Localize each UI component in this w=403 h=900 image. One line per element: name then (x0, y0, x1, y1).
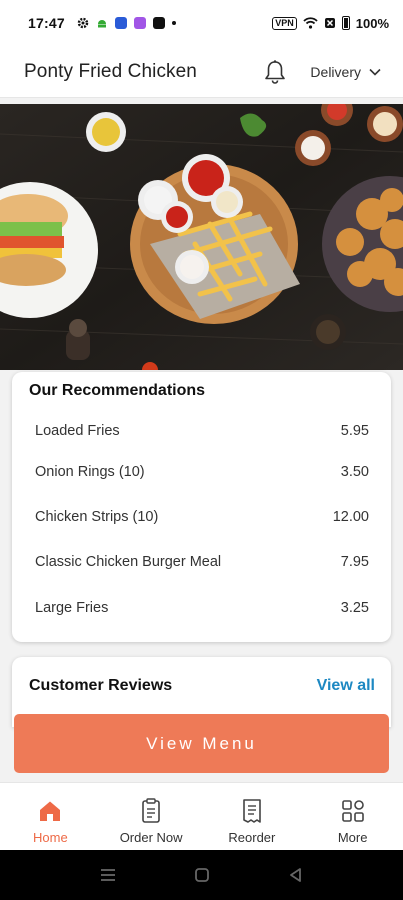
item-name: Loaded Fries (35, 422, 120, 439)
app-notification-icon (133, 17, 146, 29)
battery-level: 100% (355, 15, 389, 31)
customer-reviews-title: Customer Reviews (29, 677, 173, 694)
order-mode-label: Delivery (310, 63, 361, 80)
item-name: Classic Chicken Burger Meal (35, 554, 222, 571)
recommendations-card: Our Recommendations Loaded Fries 5.95 On… (12, 372, 391, 642)
item-price: 7.95 (340, 554, 369, 571)
system-navigation-bar (0, 850, 403, 900)
notification-icons (77, 17, 176, 29)
app-title: Ponty Fried Chicken (24, 60, 197, 82)
item-name: Chicken Strips (10) (35, 508, 159, 525)
nav-home-label: Home (33, 830, 68, 845)
nav-reorder[interactable]: Reorder (202, 783, 303, 850)
nav-order-now[interactable]: Order Now (101, 783, 202, 850)
nav-more[interactable]: More (302, 783, 403, 850)
notifications-bell-icon[interactable] (262, 59, 288, 85)
recommendation-item[interactable]: Loaded Fries 5.95 (35, 412, 369, 449)
item-name: Large Fries (35, 599, 109, 616)
recommendation-item[interactable]: Classic Chicken Burger Meal 7.95 (35, 540, 369, 585)
view-menu-button[interactable]: View Menu (14, 714, 389, 773)
wifi-icon (303, 17, 318, 29)
back-icon[interactable] (288, 867, 304, 883)
nav-order-now-label: Order Now (119, 830, 183, 845)
home-button-icon[interactable] (194, 867, 210, 883)
nav-more-label: More (337, 830, 368, 845)
recommendation-item[interactable]: Onion Rings (10) 3.50 (35, 449, 369, 494)
item-price: 12.00 (332, 508, 369, 525)
recommendations-title: Our Recommendations (29, 382, 206, 399)
more-notifications-dot-icon (171, 21, 176, 25)
view-all-reviews-link[interactable]: View all (317, 677, 375, 695)
android-icon (97, 20, 106, 28)
settings-icon (77, 17, 89, 29)
nav-home[interactable]: Home (0, 783, 101, 850)
hero-food-image (0, 104, 403, 370)
messenger-icon (114, 17, 127, 29)
bottom-nav: Home Order Now Reorder More (0, 782, 403, 850)
item-price: 5.95 (340, 422, 369, 439)
recommendations-list: Loaded Fries 5.95 Onion Rings (10) 3.50 … (12, 412, 391, 630)
item-price: 3.25 (340, 599, 369, 616)
status-bar: 17:47 VPN 100% (0, 0, 403, 46)
signal-off-icon (324, 18, 335, 28)
vpn-badge: VPN (272, 16, 297, 30)
item-name: Onion Rings (10) (35, 463, 145, 480)
item-price: 3.50 (340, 463, 369, 480)
order-mode-dropdown[interactable]: Delivery (310, 64, 381, 80)
battery-icon (341, 16, 350, 30)
nav-reorder-label: Reorder (228, 830, 276, 845)
system-icons: VPN 100% (272, 16, 389, 31)
app-square-icon (152, 17, 165, 29)
chevron-down-icon (369, 68, 381, 76)
recommendation-item[interactable]: Large Fries 3.25 (35, 585, 369, 630)
recent-apps-icon[interactable] (99, 867, 117, 883)
receipt-icon (239, 798, 265, 824)
home-icon (37, 798, 63, 824)
order-icon (138, 798, 164, 824)
grid-icon (340, 798, 366, 824)
app-header: Ponty Fried Chicken Delivery (0, 46, 403, 98)
recommendation-item[interactable]: Chicken Strips (10) 12.00 (35, 494, 369, 539)
clock: 17:47 (28, 15, 65, 31)
